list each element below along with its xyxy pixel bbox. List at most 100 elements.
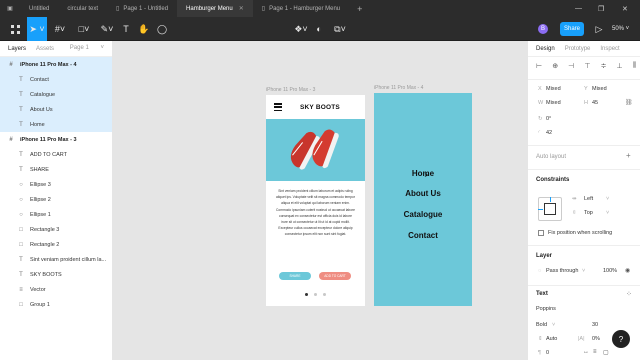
chevron-down-icon: ˅ <box>552 322 556 328</box>
tab-layers[interactable]: Layers <box>8 46 26 52</box>
text-tool-icon[interactable]: T <box>119 17 133 41</box>
menu-home[interactable]: Home <box>374 169 472 178</box>
carousel-dot[interactable] <box>314 293 317 296</box>
layer-contact[interactable]: T Contact <box>0 72 112 87</box>
tab-page1-hamburger[interactable]: ▯ Page 1 - Hamburger Menu <box>253 0 349 17</box>
align-hcenter-icon[interactable]: ⊕ <box>552 62 558 72</box>
layer-home[interactable]: T Home <box>0 117 112 132</box>
opacity-field[interactable]: 100% <box>603 268 617 274</box>
w-field[interactable]: Mixed <box>546 100 561 106</box>
y-field[interactable]: Mixed <box>592 86 607 92</box>
play-icon[interactable]: ▷ <box>593 17 605 41</box>
menu-catalogue[interactable]: Catalogue <box>374 210 472 219</box>
tab-design[interactable]: Design <box>536 46 555 52</box>
frame-tool-icon[interactable]: #˅ <box>50 17 70 41</box>
layer-vector[interactable]: ≡ Vector <box>0 282 112 297</box>
pen-tool-icon[interactable]: ✎˅ <box>97 17 117 41</box>
h-field[interactable]: 45 <box>592 100 598 106</box>
vertical-constraint[interactable]: ⇳ Top ˅ <box>528 207 640 221</box>
hamburger-icon[interactable] <box>274 103 282 111</box>
distribute-icon[interactable]: ⫼ <box>633 62 636 72</box>
blend-mode-select[interactable]: Pass through <box>546 268 578 274</box>
layer-group-1[interactable]: □ Group 1 <box>0 297 112 312</box>
close-tab-icon[interactable]: ✕ <box>239 5 244 12</box>
auto-width-icon[interactable]: ↔ <box>583 349 589 355</box>
share-cta-button[interactable]: SHARE <box>279 272 311 280</box>
comment-tool-icon[interactable]: ◯ <box>155 17 169 41</box>
component-icon[interactable]: ❖˅ <box>292 17 310 41</box>
new-tab-button[interactable]: + <box>349 0 370 17</box>
page-selector[interactable]: Page 1 ˅ <box>70 45 104 51</box>
align-vcenter-icon[interactable]: ≑ <box>601 62 607 72</box>
fix-position-row[interactable]: Fix position when scrolling <box>528 227 640 241</box>
carousel-dot[interactable] <box>323 293 326 296</box>
radius-field[interactable]: 42 <box>546 130 552 136</box>
boolean-icon[interactable]: ⧉˅ <box>331 17 349 41</box>
layer-body-text[interactable]: T Sint veniam proident cillum la... <box>0 252 112 267</box>
fix-position-checkbox[interactable] <box>538 230 544 236</box>
tab-inspect[interactable]: Inspect <box>600 46 619 52</box>
hand-tool-icon[interactable]: ✋ <box>137 17 151 41</box>
font-weight-select[interactable]: Bold <box>536 322 547 328</box>
layer-sky-boots[interactable]: T SKY BOOTS <box>0 267 112 282</box>
main-menu-icon[interactable] <box>8 17 22 41</box>
phone-frame-3[interactable]: SKY BOOTS Sint veniam proident cillum la… <box>266 95 365 306</box>
layer-add-to-cart[interactable]: T ADD TO CART <box>0 147 112 162</box>
move-tool-icon[interactable]: ➤ ˅ <box>27 17 47 41</box>
constrain-proportions-icon[interactable]: ⛓ <box>625 99 633 106</box>
zoom-level[interactable]: 50% ˅ <box>612 17 629 41</box>
text-align-left-icon[interactable]: ≡ <box>593 349 597 355</box>
home-tab[interactable]: ▣ <box>0 0 20 17</box>
add-to-cart-button[interactable]: ADD TO CART <box>319 272 351 280</box>
align-right-icon[interactable]: ⊣ <box>568 62 574 72</box>
layer-ellipse-1[interactable]: ○ Ellipse 1 <box>0 207 112 222</box>
right-panel-tabs: Design Prototype Inspect <box>528 41 640 57</box>
minimize-icon[interactable]: — <box>575 0 582 17</box>
restore-icon[interactable]: ❐ <box>598 0 604 17</box>
frame3-label[interactable]: iPhone 11 Pro Max - 3 <box>266 87 315 93</box>
letter-spacing-field[interactable]: 0% <box>592 336 600 342</box>
x-field[interactable]: Mixed <box>546 86 561 92</box>
font-size-field[interactable]: 30 <box>592 322 598 328</box>
frame4-label[interactable]: iPhone 11 Pro Max - 4 <box>374 85 423 91</box>
add-auto-layout-icon[interactable]: + <box>626 151 631 160</box>
tab-hamburger-menu[interactable]: Hamburger Menu ✕ <box>177 0 253 17</box>
align-top-icon[interactable]: ⊤ <box>584 62 590 72</box>
layer-share[interactable]: T SHARE <box>0 162 112 177</box>
font-family-select[interactable]: Poppins <box>536 306 556 312</box>
layer-ellipse-2[interactable]: ○ Ellipse 2 <box>0 192 112 207</box>
menu-about-us[interactable]: About Us <box>374 189 472 198</box>
layer-rectangle-3[interactable]: □ Rectangle 3 <box>0 222 112 237</box>
tab-assets[interactable]: Assets <box>36 46 54 52</box>
layer-frame-4[interactable]: # iPhone 11 Pro Max - 4 <box>0 57 112 72</box>
carousel-dot[interactable] <box>305 293 308 296</box>
layer-ellipse-3[interactable]: ○ Ellipse 3 <box>0 177 112 192</box>
eye-icon[interactable]: ◉ <box>625 267 630 274</box>
avatar[interactable]: B <box>538 24 548 34</box>
tab-circular-text[interactable]: circular text <box>58 0 107 17</box>
share-button[interactable]: Share <box>560 22 584 36</box>
text-styles-icon[interactable]: ⁘ <box>626 290 632 298</box>
text-icon: T <box>19 91 23 98</box>
layer-rectangle-2[interactable]: □ Rectangle 2 <box>0 237 112 252</box>
vertical-constraint-icon: ⇳ <box>572 210 577 216</box>
shape-tool-icon[interactable]: □˅ <box>74 17 94 41</box>
align-left-icon[interactable]: ⊢ <box>536 62 542 72</box>
mask-icon[interactable]: ◐ <box>313 17 325 41</box>
paragraph-spacing-field[interactable]: 0 <box>546 350 549 356</box>
layer-frame-3[interactable]: # iPhone 11 Pro Max - 3 <box>0 132 112 147</box>
close-window-icon[interactable]: ✕ <box>622 0 628 17</box>
fixed-size-icon[interactable]: ▢ <box>603 349 609 356</box>
help-button[interactable]: ? <box>612 330 630 348</box>
rotation-field[interactable]: 0° <box>546 116 551 122</box>
tab-prototype[interactable]: Prototype <box>565 46 591 52</box>
tab-untitled[interactable]: Untitled <box>20 0 58 17</box>
line-height-field[interactable]: Auto <box>546 336 557 342</box>
align-bottom-icon[interactable]: ⊥ <box>617 62 623 72</box>
horizontal-constraint[interactable]: ⇹ Left ˅ <box>528 193 640 207</box>
phone-frame-4[interactable]: Home About Us Catalogue Contact ➤ <box>374 93 472 306</box>
layer-about-us[interactable]: T About Us <box>0 102 112 117</box>
tab-page1-untitled[interactable]: ▯ Page 1 - Untitled <box>107 0 177 17</box>
layer-catalogue[interactable]: T Catalogue <box>0 87 112 102</box>
menu-contact[interactable]: Contact <box>374 231 472 240</box>
